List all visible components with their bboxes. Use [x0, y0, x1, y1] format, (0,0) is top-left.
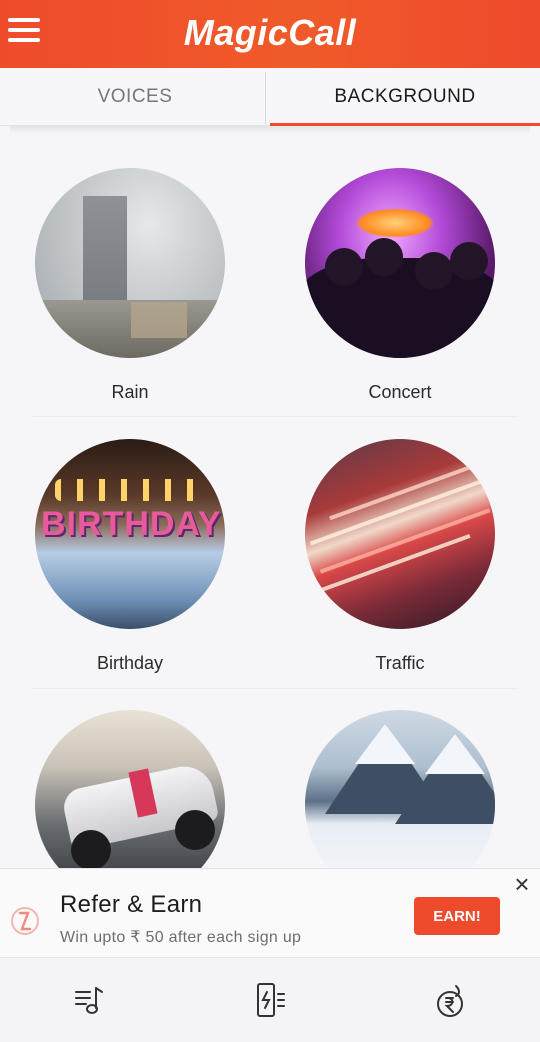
refer-coin-icon	[437, 985, 463, 1017]
earn-button[interactable]: EARN!	[414, 897, 500, 935]
traffic-thumbnail	[305, 439, 495, 629]
tab-background[interactable]: BACKGROUND	[270, 68, 540, 126]
refer-earn-banner[interactable]: Refer & Earn Win upto ₹ 50 after each si…	[0, 868, 540, 958]
row-divider	[32, 416, 518, 417]
bottom-navigation	[0, 958, 540, 1042]
background-label: Traffic	[375, 653, 425, 673]
background-card-concert[interactable]: Concert	[270, 168, 530, 403]
concert-thumbnail	[305, 168, 495, 358]
birthday-cake-lettering: BIRTHDAY	[41, 505, 222, 543]
row-divider	[32, 688, 518, 689]
app-header: MagicCall	[0, 0, 540, 68]
tab-bar: VOICES BACKGROUND	[0, 68, 540, 126]
nav-voice-call[interactable]	[180, 958, 360, 1042]
app-screen: MagicCall VOICES BACKGROUND Rain Concert	[0, 0, 540, 1042]
close-icon[interactable]: ×	[510, 871, 534, 897]
rain-thumbnail	[35, 168, 225, 358]
tab-divider	[265, 72, 266, 124]
background-label: Rain	[111, 382, 149, 402]
nav-music-list[interactable]	[0, 958, 180, 1042]
background-card-snow[interactable]	[270, 710, 530, 868]
background-label: Concert	[368, 382, 432, 402]
phone-voice-icon	[257, 983, 285, 1017]
music-list-icon	[75, 987, 103, 1014]
snow-mountain-thumbnail	[305, 710, 495, 868]
app-title: MagicCall	[183, 12, 357, 53]
nav-refer[interactable]	[360, 958, 540, 1042]
refer-gift-icon	[8, 899, 42, 939]
refer-title: Refer & Earn	[60, 891, 203, 918]
birthday-thumbnail: BIRTHDAY	[35, 439, 225, 629]
tab-voices[interactable]: VOICES	[0, 68, 270, 125]
background-grid[interactable]: Rain Concert BIRTHDAY Birthday Traffic	[0, 134, 540, 868]
tab-shadow	[10, 126, 530, 134]
background-card-birthday[interactable]: BIRTHDAY Birthday	[0, 439, 260, 674]
background-label: Birthday	[96, 653, 164, 673]
background-card-race[interactable]	[0, 710, 260, 868]
race-car-thumbnail	[35, 710, 225, 868]
background-card-traffic[interactable]: Traffic	[270, 439, 530, 674]
refer-subtitle: Win upto ₹ 50 after each sign up	[60, 929, 302, 946]
background-card-rain[interactable]: Rain	[0, 168, 260, 403]
